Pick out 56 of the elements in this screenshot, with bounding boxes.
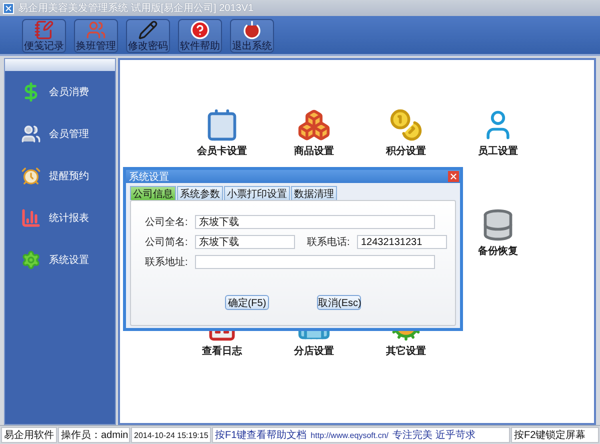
input-field[interactable] [195, 255, 435, 269]
sidebar-item[interactable]: 系统设置 [49, 253, 89, 267]
dialog-title: 系统设置 [129, 170, 169, 184]
module-label[interactable]: 其它设置 [386, 344, 426, 358]
tab[interactable]: 系统参数 [177, 186, 223, 200]
website-link[interactable]: http://www.eqysoft.cn/ [310, 430, 388, 440]
input-field[interactable]: 东坡下载 [195, 235, 295, 249]
sidebar-item[interactable]: 提醒预约 [49, 169, 89, 183]
boxes-icon [297, 108, 331, 142]
module-label[interactable]: 商品设置 [294, 144, 334, 158]
tab[interactable]: 数据清理 [291, 186, 337, 200]
close-icon [449, 172, 458, 181]
sidebar-item[interactable]: 统计报表 [49, 211, 89, 225]
close-button[interactable] [448, 171, 459, 182]
power-icon [242, 20, 262, 40]
database-icon [481, 208, 515, 242]
field-label: 联系地址: [145, 256, 189, 269]
dialog-button[interactable]: 取消(Esc) [317, 295, 361, 310]
module-label[interactable]: 员工设置 [478, 144, 518, 158]
field-label: 公司简名: [145, 236, 189, 249]
module-label[interactable]: 分店设置 [294, 344, 334, 358]
gear-icon [21, 250, 41, 270]
slogan: 专注完美 近乎苛求 [392, 428, 476, 442]
sidebar-item[interactable]: 会员消费 [49, 85, 89, 99]
input-field[interactable]: 东坡下载 [195, 215, 435, 229]
app-logo-icon [3, 2, 14, 14]
operator-name: 操作员：admin [61, 429, 128, 442]
module-label[interactable]: 备份恢复 [478, 244, 518, 258]
people-icon [21, 124, 41, 144]
tab[interactable]: 公司信息 [130, 186, 176, 200]
help-hint: 按F1键查看帮助文档 [215, 428, 307, 442]
toolbar-button[interactable]: 修改密码 [126, 19, 170, 53]
lock-hint: 按F2键锁定屏幕 [514, 428, 586, 442]
toolbar-button[interactable]: 换班管理 [74, 19, 118, 53]
toolbar-button[interactable]: 便笺记录 [22, 19, 66, 53]
coins-icon [389, 108, 423, 142]
bar-chart-icon [21, 208, 41, 228]
field-label: 公司全名: [145, 216, 189, 229]
people-icon [86, 20, 106, 40]
sidebar-item[interactable]: 会员管理 [49, 127, 89, 141]
dialog-button[interactable]: 确定(F5) [225, 295, 269, 310]
pen-icon [138, 20, 158, 40]
tab[interactable]: 小票打印设置 [224, 186, 290, 200]
module-label[interactable]: 会员卡设置 [197, 144, 247, 158]
alarm-clock-icon [21, 166, 41, 186]
toolbar-button[interactable]: 退出系统 [230, 19, 274, 53]
toolbar-button[interactable]: 软件帮助 [178, 19, 222, 53]
help-icon [190, 20, 210, 40]
module-label[interactable]: 积分设置 [386, 144, 426, 158]
input-field[interactable]: 12432131231 [357, 235, 447, 249]
module-label[interactable]: 查看日志 [202, 344, 242, 358]
window-title: 易企用美容美发管理系统 试用版[易企用公司] 2013V1 [18, 2, 254, 15]
company-name: 易企用软件 [4, 429, 54, 442]
field-label: 联系电话: [307, 236, 351, 249]
date-time: 2014-10-24 15:19:15 [134, 430, 208, 440]
notepad-icon [34, 20, 54, 40]
